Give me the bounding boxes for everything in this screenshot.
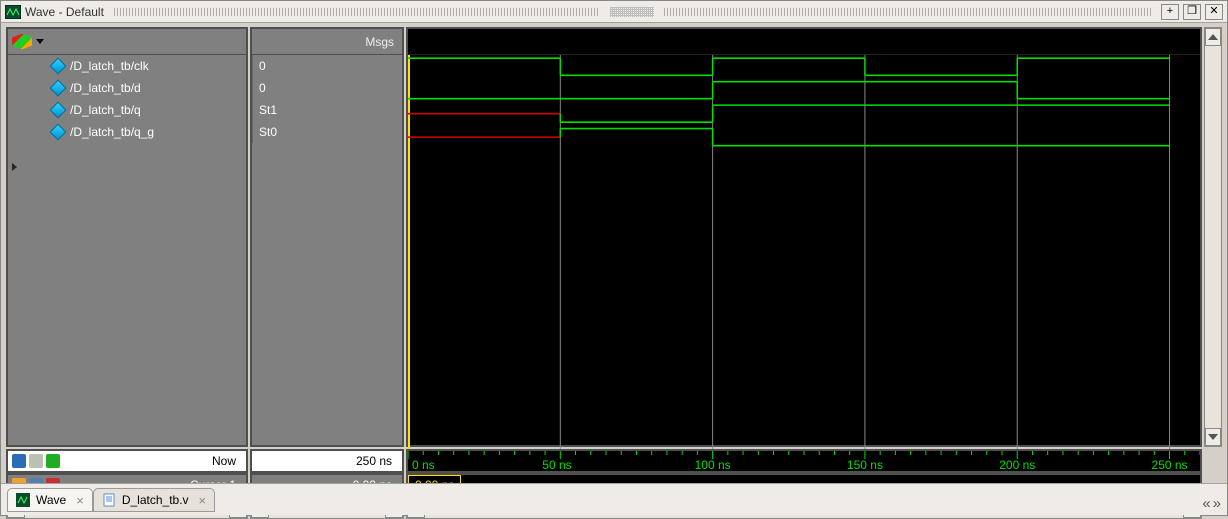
scroll-up-button[interactable] (1205, 28, 1221, 46)
wave-window-icon (5, 5, 21, 19)
signal-row[interactable]: /D_latch_tb/q (8, 99, 246, 121)
value-row[interactable]: St1 (252, 99, 402, 121)
signal-pane-header[interactable] (8, 29, 246, 55)
signal-diamond-icon (50, 58, 67, 75)
close-button[interactable]: ✕ (1205, 4, 1223, 20)
tab-wave[interactable]: Wave × (7, 488, 93, 512)
maximize-button[interactable]: ❐ (1183, 4, 1201, 20)
signal-name-label: /D_latch_tb/clk (70, 59, 149, 73)
tabstrip-nav[interactable]: « » (1202, 495, 1221, 512)
work-area: /D_latch_tb/clk/D_latch_tb/d/D_latch_tb/… (1, 23, 1227, 479)
titlebar-texture-2 (664, 8, 1151, 16)
now-icon-1[interactable] (12, 454, 26, 468)
tab-close-icon[interactable]: × (76, 493, 84, 508)
tab-close-icon[interactable]: × (199, 493, 207, 508)
value-list[interactable]: 0 0 St1 St0 (252, 55, 402, 445)
titlebar-texture (114, 8, 601, 16)
timeline-ruler[interactable]: 0 ns 50 ns 100 ns 150 ns 200 ns 250 ns (406, 449, 1202, 473)
signal-row[interactable]: /D_latch_tb/q_g (8, 121, 246, 143)
signal-diamond-icon (50, 102, 67, 119)
now-icon-3[interactable] (46, 454, 60, 468)
svg-text:0 ns: 0 ns (412, 458, 435, 471)
file-tab-icon (102, 493, 116, 507)
svg-text:150 ns: 150 ns (847, 458, 883, 471)
signal-list[interactable]: /D_latch_tb/clk/D_latch_tb/d/D_latch_tb/… (8, 55, 246, 445)
add-pane-button[interactable]: + (1161, 4, 1179, 20)
window-title: Wave - Default (25, 5, 104, 19)
dropdown-caret-icon[interactable] (36, 39, 44, 44)
now-value-cell: 250 ns (250, 449, 404, 473)
signal-value-label: St1 (259, 103, 277, 117)
msgs-header-label: Msgs (365, 35, 394, 49)
signal-name-label: /D_latch_tb/d (70, 81, 141, 95)
value-pane-header: Msgs (252, 29, 402, 55)
signal-diamond-icon (50, 124, 67, 141)
wave-tab-icon (16, 493, 30, 507)
now-label: Now (212, 454, 236, 468)
value-row[interactable]: 0 (252, 77, 402, 99)
signal-diamond-icon (50, 80, 67, 97)
signal-name-label: /D_latch_tb/q_g (70, 125, 154, 139)
tab-wave-label: Wave (36, 493, 66, 507)
signal-value-label: 0 (259, 59, 266, 73)
now-row-label-cell: Now (6, 449, 248, 473)
document-tabstrip: Wave × D_latch_tb.v × « » (1, 483, 1227, 515)
now-icon-2[interactable] (29, 454, 43, 468)
svg-text:50 ns: 50 ns (542, 458, 571, 471)
signal-name-pane[interactable]: /D_latch_tb/clk/D_latch_tb/d/D_latch_tb/… (6, 27, 248, 447)
signal-format-icon[interactable] (12, 34, 32, 50)
signal-row[interactable]: /D_latch_tb/clk (8, 55, 246, 77)
signal-value-label: 0 (259, 81, 266, 95)
svg-text:200 ns: 200 ns (999, 458, 1035, 471)
scroll-down-button[interactable] (1205, 428, 1221, 446)
tab-source-file[interactable]: D_latch_tb.v × (93, 488, 215, 512)
now-value: 250 ns (356, 454, 392, 468)
wave-header-strip (408, 29, 1200, 55)
svg-text:100 ns: 100 ns (695, 458, 731, 471)
titlebar-gripper[interactable] (610, 7, 654, 17)
svg-text:250 ns: 250 ns (1152, 458, 1188, 471)
value-row[interactable]: St0 (252, 121, 402, 143)
value-pane[interactable]: Msgs 0 0 St1 St0 (250, 27, 404, 447)
signal-name-label: /D_latch_tb/q (70, 103, 141, 117)
tab-prev-button[interactable]: « (1202, 495, 1210, 512)
tab-file-label: D_latch_tb.v (122, 493, 189, 507)
now-row-icons[interactable] (12, 454, 60, 468)
titlebar: Wave - Default + ❐ ✕ (1, 1, 1227, 23)
signal-row[interactable]: /D_latch_tb/d (8, 77, 246, 99)
waveform-pane[interactable] (406, 27, 1202, 447)
value-row[interactable]: 0 (252, 55, 402, 77)
waveform-canvas[interactable] (408, 55, 1200, 471)
tab-next-button[interactable]: » (1213, 495, 1221, 512)
wave-vertical-scrollbar[interactable] (1204, 27, 1222, 447)
signal-value-label: St0 (259, 125, 277, 139)
tree-caret-icon[interactable] (12, 163, 17, 171)
